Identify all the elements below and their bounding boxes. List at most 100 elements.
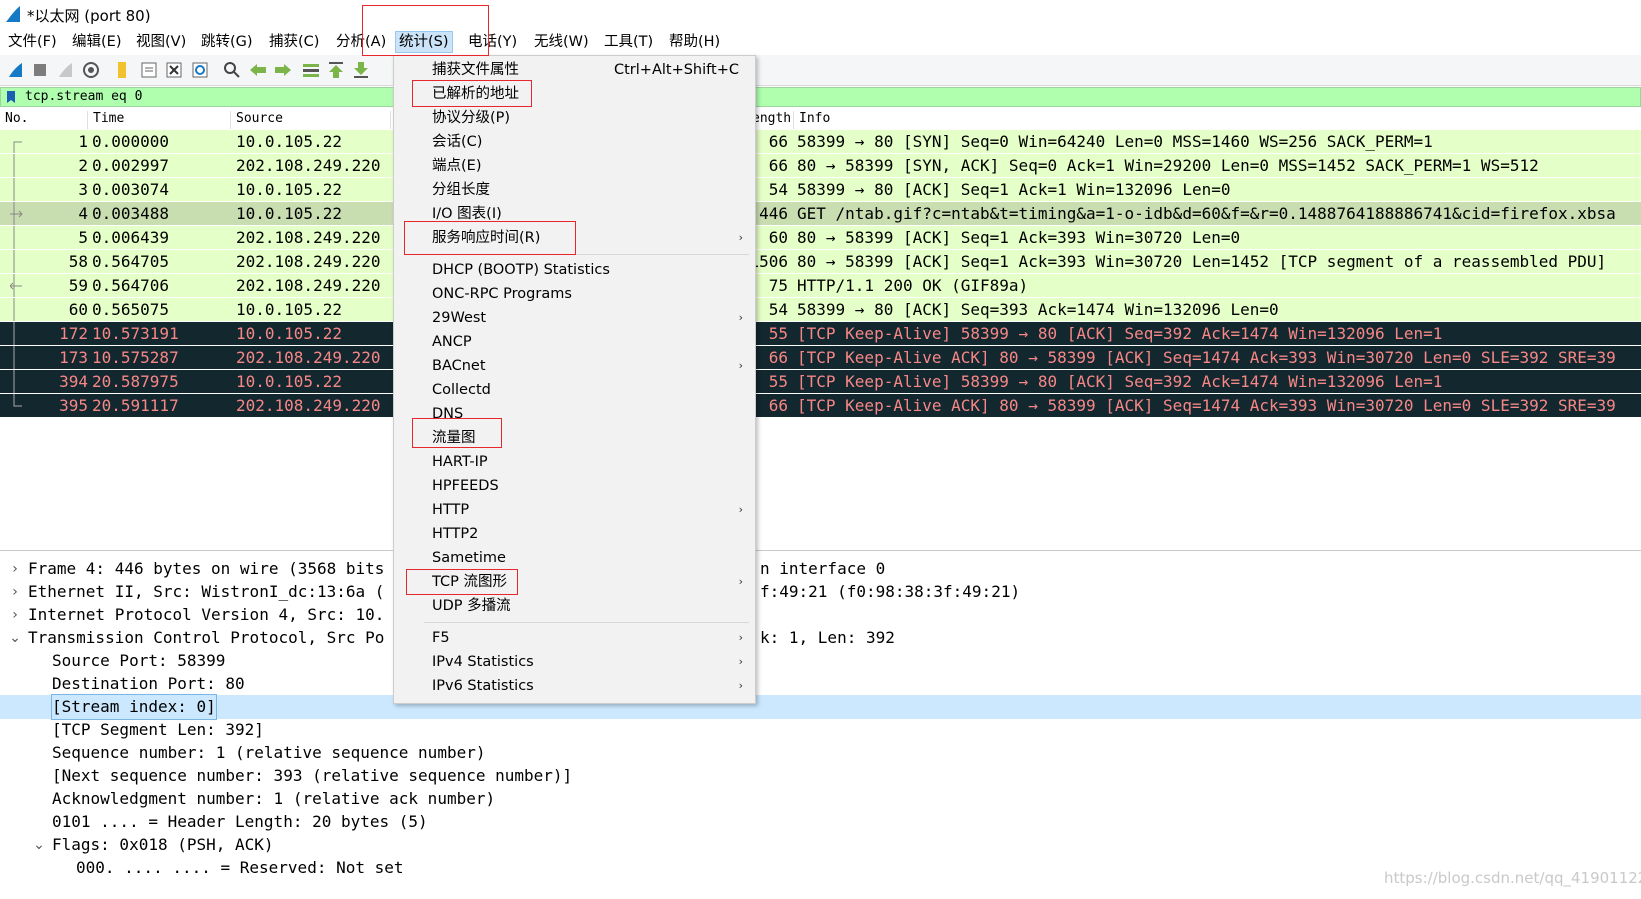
stop-capture-icon[interactable] bbox=[29, 59, 51, 81]
packet-no-cell: 1 bbox=[78, 132, 88, 151]
detail-tree-item[interactable]: Source Port: 58399 bbox=[0, 649, 1641, 673]
packet-info-cell: [TCP Keep-Alive] 58399 → 80 [ACK] Seq=39… bbox=[797, 324, 1443, 343]
menu-item-1[interactable]: 编辑(E) bbox=[69, 32, 124, 52]
chevron-down-icon[interactable]: ⌄ bbox=[8, 626, 22, 650]
detail-tree-item[interactable]: Destination Port: 80 bbox=[0, 672, 1641, 696]
column-header-info[interactable]: Info bbox=[794, 111, 1641, 129]
column-header-length[interactable]: ength bbox=[752, 111, 794, 129]
stats-menu-item[interactable]: Collectd bbox=[394, 378, 755, 402]
save-file-icon[interactable] bbox=[138, 59, 160, 81]
detail-tree-item[interactable]: › Ethernet II, Src: WistronI_dc:13:6a (f:… bbox=[0, 580, 1641, 604]
packet-row[interactable]: 173 10.575287 202.108.249.220 66 [TCP Keep-A… bbox=[0, 346, 1641, 369]
packet-src-cell: 10.0.105.22 bbox=[236, 300, 342, 319]
menu-item-4[interactable]: 捕获(C) bbox=[266, 32, 322, 52]
bookmark-icon[interactable] bbox=[5, 90, 17, 104]
stats-menu-item[interactable]: 分组长度 bbox=[394, 178, 755, 202]
display-filter-input[interactable]: tcp.stream eq 0 bbox=[25, 89, 142, 104]
go-back-icon[interactable] bbox=[247, 59, 269, 81]
chevron-right-icon[interactable]: › bbox=[8, 603, 22, 627]
stats-menu-item[interactable]: HPFEEDS bbox=[394, 474, 755, 498]
menu-item-10[interactable]: 帮助(H) bbox=[666, 32, 723, 52]
stats-menu-item[interactable]: HART-IP bbox=[394, 450, 755, 474]
packet-row[interactable]: 58 0.564705 202.108.249.220 1506 80 → 58399 … bbox=[0, 250, 1641, 273]
packet-row[interactable]: 395 20.591117 202.108.249.220 66 [TCP Keep-A… bbox=[0, 394, 1641, 417]
detail-text: Flags: 0x018 (PSH, ACK) bbox=[52, 835, 274, 854]
packet-row[interactable]: 4 0.003488 10.0.105.22 446 GET /ntab.gif?c=n… bbox=[0, 202, 1641, 225]
stats-menu-item[interactable]: IPv4 Statistics › bbox=[394, 650, 755, 674]
packet-list[interactable]: 1 0.000000 10.0.105.22 66 58399 → 80 [SYN] S… bbox=[0, 130, 1641, 551]
detail-tree-item[interactable]: ⌄ Transmission Control Protocol, Src Po k:… bbox=[0, 626, 1641, 650]
highlight-box-service-response-time bbox=[404, 221, 576, 255]
packet-src-cell: 202.108.249.220 bbox=[236, 156, 381, 175]
stats-menu-item[interactable]: 会话(C) bbox=[394, 130, 755, 154]
stats-menu-item[interactable]: 端点(E) bbox=[394, 154, 755, 178]
go-to-packet-icon[interactable] bbox=[300, 59, 322, 81]
go-forward-icon[interactable] bbox=[272, 59, 294, 81]
packet-row[interactable]: 60 0.565075 10.0.105.22 54 58399 → 80 [ACK] … bbox=[0, 298, 1641, 321]
stats-menu-item[interactable]: IPv6 Statistics › bbox=[394, 674, 755, 698]
detail-tree-item[interactable]: [Next sequence number: 393 (relative seq… bbox=[0, 764, 1641, 788]
stats-menu-item[interactable]: ANCP bbox=[394, 330, 755, 354]
menu-item-2[interactable]: 视图(V) bbox=[133, 32, 189, 52]
detail-tree-item[interactable]: › Frame 4: 446 bytes on wire (3568 bits n … bbox=[0, 557, 1641, 581]
restart-capture-icon[interactable] bbox=[54, 59, 76, 81]
display-filter-bar[interactable]: tcp.stream eq 0 bbox=[0, 87, 1641, 107]
packet-row[interactable]: 3 0.003074 10.0.105.22 54 58399 → 80 [ACK] S… bbox=[0, 178, 1641, 201]
stats-menu-item[interactable]: BACnet › bbox=[394, 354, 755, 378]
packet-row[interactable]: 394 20.587975 10.0.105.22 55 [TCP Keep-Alive… bbox=[0, 370, 1641, 393]
detail-text-tail: k: 1, Len: 392 bbox=[760, 628, 895, 647]
detail-tree-item[interactable]: Sequence number: 1 (relative sequence nu… bbox=[0, 741, 1641, 765]
go-last-packet-icon[interactable] bbox=[350, 59, 372, 81]
stats-menu-item[interactable]: 协议分级(P) bbox=[394, 106, 755, 130]
stats-menu-item[interactable]: UDP 多播流 bbox=[394, 594, 755, 618]
packet-row[interactable]: 59 0.564706 202.108.249.220 75 HTTP/1.1 200 … bbox=[0, 274, 1641, 297]
detail-tree-item[interactable]: ⌄ Flags: 0x018 (PSH, ACK) bbox=[0, 833, 1641, 857]
detail-tree-item[interactable]: [TCP Segment Len: 392] bbox=[0, 718, 1641, 742]
column-header-no[interactable]: No. bbox=[0, 111, 88, 129]
menu-item-8[interactable]: 无线(W) bbox=[531, 32, 592, 52]
stats-menu-item[interactable]: HTTP2 bbox=[394, 522, 755, 546]
detail-tree-item[interactable]: Acknowledgment number: 1 (relative ack n… bbox=[0, 787, 1641, 811]
stats-menu-item-label: ONC-RPC Programs bbox=[432, 286, 572, 302]
stats-menu-item[interactable]: 捕获文件属性 Ctrl+Alt+Shift+C bbox=[394, 58, 755, 82]
start-capture-icon[interactable] bbox=[4, 59, 26, 81]
stats-menu-item[interactable]: ONC-RPC Programs bbox=[394, 282, 755, 306]
packet-time-cell: 0.564706 bbox=[92, 276, 170, 295]
detail-tree-item[interactable]: [Stream index: 0] bbox=[0, 694, 1641, 720]
stats-menu-item[interactable]: F5 › bbox=[394, 626, 755, 650]
reload-file-icon[interactable] bbox=[189, 59, 211, 81]
find-packet-icon[interactable] bbox=[221, 59, 243, 81]
chevron-right-icon[interactable]: › bbox=[8, 557, 22, 581]
packet-info-cell: [TCP Keep-Alive] 58399 → 80 [ACK] Seq=39… bbox=[797, 372, 1443, 391]
stats-menu-item[interactable]: 29West › bbox=[394, 306, 755, 330]
menu-item-9[interactable]: 工具(T) bbox=[601, 32, 656, 52]
packet-row[interactable]: 2 0.002997 202.108.249.220 66 80 → 58399 [SY… bbox=[0, 154, 1641, 177]
menu-item-0[interactable]: 文件(F) bbox=[5, 32, 60, 52]
stats-menu-item-label: Collectd bbox=[432, 382, 491, 398]
detail-tree-item[interactable]: › Internet Protocol Version 4, Src: 10. bbox=[0, 603, 1641, 627]
column-header-time[interactable]: Time bbox=[88, 111, 231, 129]
packet-row[interactable]: 172 10.573191 10.0.105.22 55 [TCP Keep-Alive… bbox=[0, 322, 1641, 345]
packet-time-cell: 0.565075 bbox=[92, 300, 170, 319]
go-first-packet-icon[interactable] bbox=[325, 59, 347, 81]
menu-item-3[interactable]: 跳转(G) bbox=[198, 32, 256, 52]
detail-tree-item[interactable]: 0101 .... = Header Length: 20 bytes (5) bbox=[0, 810, 1641, 834]
column-header-source[interactable]: Source bbox=[231, 111, 391, 129]
close-file-icon[interactable] bbox=[163, 59, 185, 81]
packet-row[interactable]: 5 0.006439 202.108.249.220 60 80 → 58399 [AC… bbox=[0, 226, 1641, 249]
packet-details-pane[interactable]: › Frame 4: 446 bytes on wire (3568 bits n … bbox=[0, 553, 1641, 899]
stats-menu-item[interactable]: Sametime bbox=[394, 546, 755, 570]
packet-no-cell: 3 bbox=[78, 180, 88, 199]
stats-menu-item-label: IPv4 Statistics bbox=[432, 654, 534, 670]
packet-row[interactable]: 1 0.000000 10.0.105.22 66 58399 → 80 [SYN] S… bbox=[0, 130, 1641, 153]
chevron-right-icon[interactable]: › bbox=[8, 580, 22, 604]
stats-menu-item[interactable]: HTTP › bbox=[394, 498, 755, 522]
stats-menu-item-label: 分组长度 bbox=[432, 182, 490, 198]
chevron-down-icon[interactable]: ⌄ bbox=[32, 833, 46, 857]
detail-text: Acknowledgment number: 1 (relative ack n… bbox=[52, 789, 496, 808]
stats-menu-item-label: HTTP2 bbox=[432, 526, 479, 542]
open-file-icon[interactable] bbox=[111, 59, 133, 81]
detail-text-tail: n interface 0 bbox=[760, 559, 886, 578]
capture-options-icon[interactable] bbox=[80, 59, 102, 81]
stats-menu-item[interactable]: DHCP (BOOTP) Statistics bbox=[394, 258, 755, 282]
